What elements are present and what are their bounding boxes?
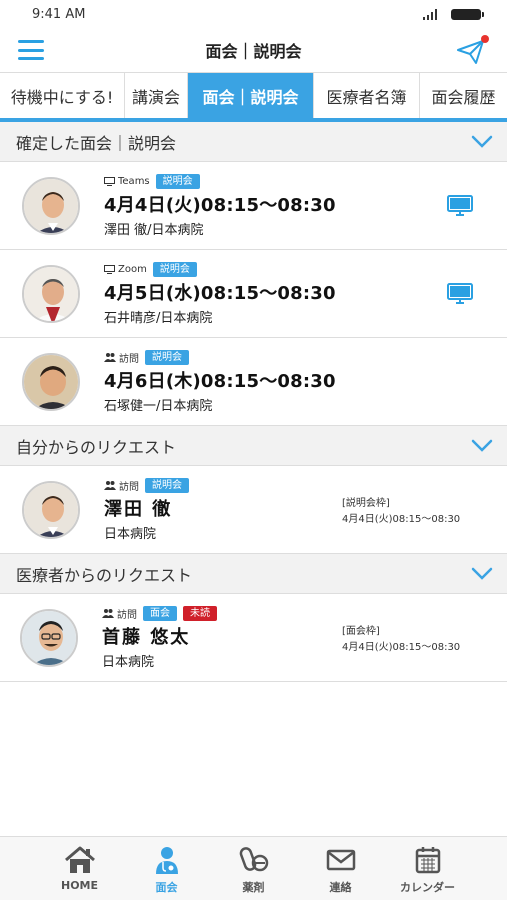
meeting-method: Zoom	[118, 263, 147, 275]
person-hospital: 石井晴彦/日本病院	[104, 311, 213, 326]
meeting-method: 訪問	[119, 353, 139, 365]
type-badge: 説明会	[152, 261, 197, 277]
tab-medical-directory[interactable]: 医療者名簿	[314, 73, 420, 118]
nav-meeting[interactable]: 面会	[132, 845, 202, 900]
avatar	[22, 176, 80, 235]
section-my-requests-header[interactable]: 自分からのリクエスト	[0, 426, 507, 466]
unread-badge: 未読	[183, 605, 217, 621]
meeting-datetime: 4月4日(火)08:15〜08:30	[104, 195, 336, 216]
type-badge: 説明会	[155, 173, 200, 189]
person-name: 首藤 悠太	[102, 627, 191, 648]
meeting-method: Teams	[118, 175, 150, 187]
meeting-datetime: 4月6日(木)08:15〜08:30	[104, 371, 336, 392]
status-time: 9:41 AM	[32, 6, 86, 22]
nav-home[interactable]: HOME	[45, 845, 115, 900]
avatar	[22, 264, 80, 323]
slot-time: 4月4日(火)08:15〜08:30	[342, 514, 461, 525]
nav-label: 連絡	[329, 881, 352, 894]
hospital-name: 日本病院	[102, 655, 155, 670]
tab-standby[interactable]: 待機中にする!	[0, 73, 125, 118]
people-icon	[104, 353, 116, 362]
hospital-name: 日本病院	[104, 527, 157, 542]
page-title: 面会｜説明会	[205, 42, 302, 61]
people-icon	[102, 609, 114, 618]
join-online-icon[interactable]	[447, 195, 473, 217]
avatar	[22, 352, 80, 411]
meeting-method: 訪問	[119, 481, 139, 493]
list-item[interactable]: 訪問 面会 未読 首藤 悠太 日本病院 [面会枠] 4月4日(火)08:15〜0…	[0, 594, 507, 682]
section-title: 確定した面会｜説明会	[16, 133, 177, 153]
home-icon	[64, 846, 95, 873]
nav-label: HOME	[60, 879, 99, 892]
app-header: 面会｜説明会	[0, 28, 507, 72]
battery-icon	[451, 8, 484, 20]
section-confirmed-header[interactable]: 確定した面会｜説明会	[0, 122, 507, 162]
menu-icon[interactable]	[18, 40, 44, 60]
list-item[interactable]: Zoom 説明会 4月5日(水)08:15〜08:30 石井晴彦/日本病院	[0, 250, 507, 338]
tab-lecture[interactable]: 講演会	[125, 73, 188, 118]
nav-label: 薬剤	[242, 881, 265, 894]
section-title: 医療者からのリクエスト	[16, 565, 193, 585]
type-badge: 面会	[143, 605, 177, 621]
signal-icon	[423, 8, 437, 20]
avatar	[20, 608, 78, 667]
chevron-down-icon[interactable]	[471, 135, 493, 149]
list-item[interactable]: 訪問 説明会 4月6日(木)08:15〜08:30 石塚健一/日本病院	[0, 338, 507, 426]
type-badge: 説明会	[145, 477, 189, 493]
avatar	[22, 480, 80, 539]
tab-meeting-history[interactable]: 面会履歴	[420, 73, 507, 118]
notification-dot	[481, 35, 489, 43]
mail-icon	[326, 849, 355, 871]
slot-time: 4月4日(火)08:15〜08:30	[342, 642, 461, 653]
nav-label: 面会	[155, 881, 178, 894]
status-bar: 9:41 AM	[0, 0, 507, 28]
monitor-icon	[104, 176, 115, 186]
doctor-icon	[155, 847, 178, 874]
list-item[interactable]: Teams 説明会 4月4日(火)08:15〜08:30 澤田 徹/日本病院	[0, 162, 507, 250]
type-badge: 説明会	[145, 349, 189, 365]
nav-drugs[interactable]: 薬剤	[219, 845, 289, 900]
chevron-down-icon[interactable]	[471, 567, 493, 581]
nav-label: カレンダー	[400, 881, 455, 894]
people-icon	[104, 481, 116, 490]
calendar-icon	[415, 847, 440, 874]
person-hospital: 石塚健一/日本病院	[104, 399, 213, 414]
slot-label: [面会枠]	[342, 626, 380, 637]
requested-slot: [説明会枠] 4月4日(火)08:15〜08:30	[342, 496, 460, 528]
slot-label: [説明会枠]	[342, 498, 390, 509]
nav-contact[interactable]: 連絡	[306, 845, 376, 900]
meeting-datetime: 4月5日(水)08:15〜08:30	[104, 283, 336, 304]
requested-slot: [面会枠] 4月4日(火)08:15〜08:30	[342, 624, 460, 656]
paper-plane-icon	[457, 40, 484, 64]
send-button[interactable]	[457, 35, 489, 65]
monitor-icon	[104, 264, 115, 274]
section-medical-requests-header[interactable]: 医療者からのリクエスト	[0, 554, 507, 594]
chevron-down-icon[interactable]	[471, 439, 493, 453]
person-name: 澤田 徹	[104, 499, 173, 520]
nav-calendar[interactable]: カレンダー	[393, 845, 463, 900]
tab-meeting-briefing[interactable]: 面会｜説明会	[188, 73, 314, 118]
person-hospital: 澤田 徹/日本病院	[104, 223, 204, 238]
meeting-method: 訪問	[117, 609, 137, 621]
pills-icon	[239, 847, 268, 872]
tab-bar: 待機中にする! 講演会 面会｜説明会 医療者名簿 面会履歴	[0, 72, 507, 122]
section-title: 自分からのリクエスト	[16, 437, 177, 457]
list-item[interactable]: 訪問 説明会 澤田 徹 日本病院 [説明会枠] 4月4日(火)08:15〜08:…	[0, 466, 507, 554]
bottom-nav: HOME 面会 薬剤 連絡 カレンダー	[0, 836, 507, 900]
join-online-icon[interactable]	[447, 283, 473, 305]
